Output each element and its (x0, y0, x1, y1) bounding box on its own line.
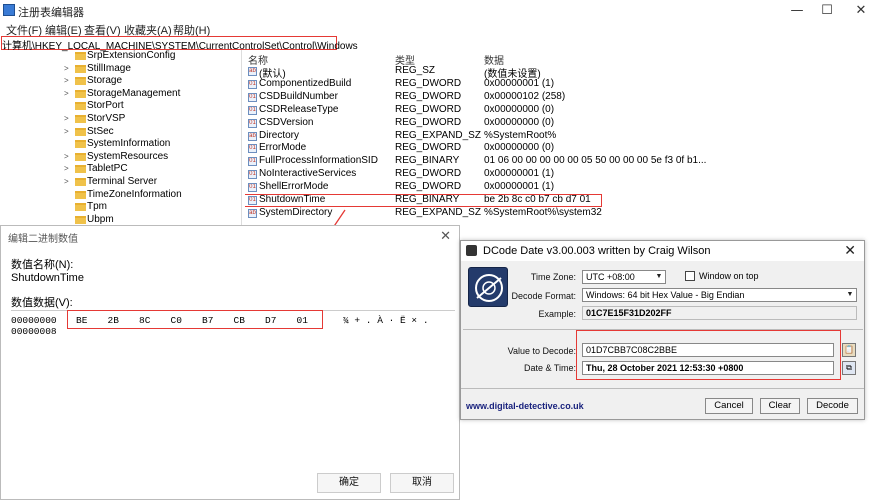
hex-byte[interactable]: C0 (171, 315, 182, 326)
dcode-window: DCode Date v3.00.003 written by Craig Wi… (460, 240, 865, 420)
value-to-decode-input[interactable]: 01D7CBB7C08C2BBE (582, 343, 834, 357)
binary-dialog-close-icon[interactable]: ✕ (440, 228, 451, 244)
chevron-down-icon: ▼ (846, 291, 854, 298)
hex-byte[interactable]: B7 (202, 315, 213, 326)
example-field: 01C7E15F31D202FF (582, 306, 857, 320)
hex-offset-1: 00000000 (11, 315, 57, 326)
decode-button[interactable]: Decode (807, 398, 858, 414)
hex-bytes-highlight (67, 310, 323, 329)
hex-byte[interactable]: D7 (265, 315, 276, 326)
hex-byte[interactable]: 8C (139, 315, 150, 326)
decode-format-select[interactable]: Windows: 64 bit Hex Value - Big Endian ▼ (582, 288, 857, 302)
timezone-value: UTC +08:00 (586, 272, 635, 282)
divider (461, 388, 864, 389)
timezone-select[interactable]: UTC +08:00 ▼ (582, 270, 666, 284)
value-name-field[interactable]: ShutdownTime (11, 272, 84, 284)
hex-byte[interactable]: BE (76, 315, 87, 326)
date-time-label: Date & Time: (523, 363, 576, 373)
dcode-app-icon (466, 245, 477, 256)
value-data-label: 数值数据(V): (11, 297, 73, 309)
hex-byte[interactable]: 01 (297, 315, 308, 326)
dcode-title-bar: DCode Date v3.00.003 written by Craig Wi… (461, 241, 864, 261)
dcode-title: DCode Date v3.00.003 written by Craig Wi… (483, 245, 711, 257)
hex-ascii: ¾ + . À · Ë × . (343, 315, 429, 326)
example-label: Example: (538, 309, 576, 319)
hex-byte[interactable]: CB (234, 315, 245, 326)
dcode-cancel-button[interactable]: Cancel (705, 398, 753, 414)
value-name-label: 数值名称(N): (11, 259, 74, 271)
decode-format-label: Decode Format: (511, 291, 576, 301)
hex-byte[interactable]: 2B (108, 315, 119, 326)
date-time-output[interactable]: Thu, 28 October 2021 12:53:30 +0800 (582, 361, 834, 375)
value-to-decode-label: Value to Decode: (507, 346, 576, 356)
timezone-label: Time Zone: (530, 272, 576, 282)
edit-binary-dialog: 编辑二进制数值 ✕ 数值名称(N): ShutdownTime 数值数据(V):… (0, 225, 460, 500)
window-on-top-checkbox[interactable] (685, 271, 695, 281)
dcode-close-icon[interactable]: ✕ (844, 242, 856, 259)
copy-icon[interactable]: ⧉ (842, 361, 856, 375)
paste-icon[interactable]: 📋 (842, 343, 856, 357)
ok-button[interactable]: 确定 (317, 473, 381, 493)
chevron-down-icon: ▼ (655, 273, 663, 280)
window-on-top-label: Window on top (699, 271, 759, 281)
clear-button[interactable]: Clear (760, 398, 800, 414)
binary-dialog-title: 编辑二进制数值 (8, 234, 78, 245)
hex-offset-2: 00000008 (11, 326, 57, 337)
website-link[interactable]: www.digital-detective.co.uk (466, 401, 584, 411)
hex-editor[interactable]: 00000000 BE 2B 8C C0 B7 CB D7 01 ¾ + . À · Ë × … (11, 310, 455, 466)
cancel-button[interactable]: 取消 (390, 473, 454, 493)
decode-format-value: Windows: 64 bit Hex Value - Big Endian (586, 290, 745, 300)
